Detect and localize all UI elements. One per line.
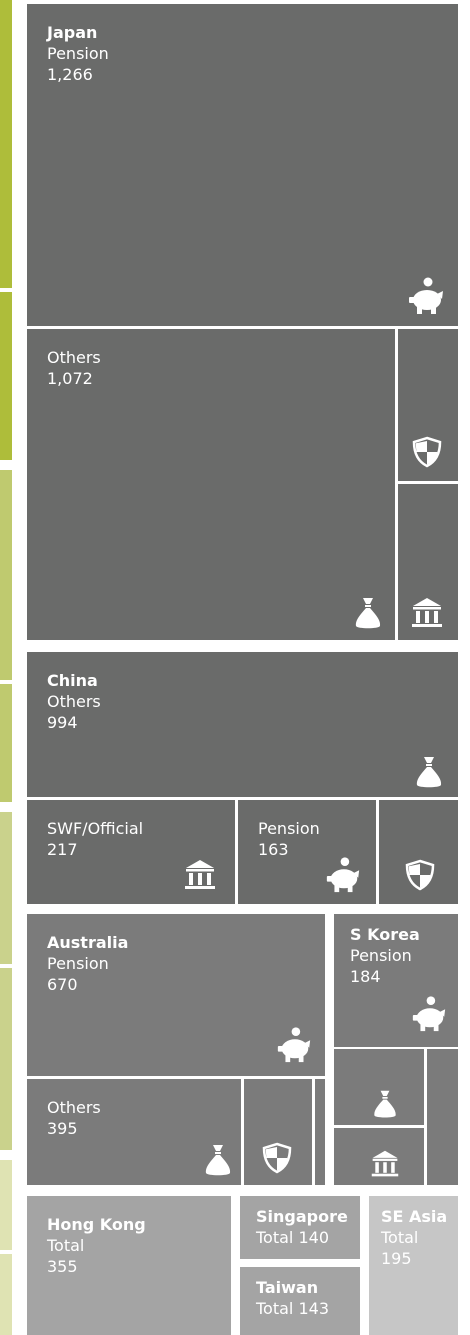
treemap-cell-australia-other: [315, 1079, 325, 1185]
treemap-cell-hongkong-total: Hong Kong Total 355: [27, 1196, 231, 1335]
treemap-cell-taiwan-total: Taiwan Total 143: [240, 1267, 360, 1335]
segment-value: 355: [47, 1257, 78, 1276]
segment-value: 184: [350, 967, 381, 986]
treemap-cell-australia-others: Others 395: [27, 1079, 241, 1185]
treemap-cell-skorea-others: [334, 1049, 424, 1125]
segment-value: 195: [381, 1249, 412, 1268]
shield-icon: [260, 1141, 294, 1175]
side-stripe-hongkong-2: [0, 1254, 12, 1335]
shield-icon: [410, 435, 444, 469]
market-name: Taiwan: [256, 1278, 319, 1297]
side-stripe-china: [0, 470, 12, 680]
cell-labels: China Others 994: [47, 670, 101, 733]
side-stripe-china-2: [0, 684, 12, 802]
treemap-cell-china-pension: Pension 163: [238, 800, 376, 904]
side-stripe-japan-2: [0, 292, 12, 460]
market-name: Australia: [47, 933, 129, 952]
cell-labels: Pension 163: [258, 818, 320, 860]
market-name: Japan: [47, 23, 98, 42]
bank-icon: [370, 1149, 400, 1179]
cell-labels: Taiwan Total 143: [256, 1277, 329, 1319]
piggy-bank-icon: [324, 856, 362, 894]
cell-labels: S Korea Pension 184: [350, 924, 420, 987]
segment-label: Total: [381, 1228, 419, 1247]
cell-labels: SE Asia Total 195: [381, 1206, 447, 1269]
cell-labels: Others 395: [47, 1097, 101, 1139]
side-stripe-hongkong: [0, 1160, 12, 1250]
treemap-cell-singapore-total: Singapore Total 140: [240, 1196, 360, 1259]
cell-labels: Singapore Total 140: [256, 1206, 348, 1248]
cell-labels: Hong Kong Total 355: [47, 1214, 146, 1277]
market-name: China: [47, 671, 98, 690]
treemap-cell-china-others: China Others 994: [27, 652, 458, 797]
piggy-bank-icon: [410, 995, 448, 1033]
segment-label: Pension: [47, 44, 109, 63]
segment-label: Others: [47, 348, 101, 367]
market-name: S Korea: [350, 925, 420, 944]
money-bag-icon: [370, 1089, 400, 1119]
treemap-cell-china-swf: SWF/Official 217: [27, 800, 235, 904]
piggy-bank-icon: [406, 276, 446, 316]
bank-icon: [183, 858, 217, 892]
side-stripe-japan: [0, 0, 12, 288]
segment-value: 395: [47, 1119, 78, 1138]
cell-labels: Others 1,072: [47, 347, 101, 389]
segment-label: Others: [47, 1098, 101, 1117]
treemap-cell-skorea-other: [427, 1049, 458, 1185]
treemap-cell-seasia-total: SE Asia Total 195: [369, 1196, 458, 1335]
side-stripe-australia: [0, 812, 12, 964]
segment-value: 670: [47, 975, 78, 994]
segment-value: 1,266: [47, 65, 93, 84]
cell-labels: Australia Pension 670: [47, 932, 128, 995]
market-name: Singapore: [256, 1207, 348, 1226]
bank-icon: [410, 596, 444, 630]
market-name: Hong Kong: [47, 1215, 146, 1234]
treemap-cell-skorea-pension: S Korea Pension 184: [334, 914, 458, 1047]
segment-label: Pension: [350, 946, 412, 965]
segment-value: 1,072: [47, 369, 93, 388]
money-bag-icon: [412, 755, 446, 789]
treemap-cell-japan-bank: [398, 484, 458, 640]
segment-label: Others: [47, 692, 101, 711]
segment-label: Total: [47, 1236, 85, 1255]
cell-labels: SWF/Official 217: [47, 818, 143, 860]
money-bag-icon: [351, 596, 385, 630]
segment-value: 163: [258, 840, 289, 859]
treemap-cell-japan-pension: Japan Pension 1,266: [27, 4, 458, 326]
treemap-cell-skorea-bank: [334, 1128, 424, 1185]
cell-labels: Japan Pension 1,266: [47, 22, 109, 85]
segment-value: 994: [47, 713, 78, 732]
segment-value: 217: [47, 840, 78, 859]
market-name: SE Asia: [381, 1207, 448, 1226]
treemap-cell-japan-insurance: [398, 329, 458, 481]
piggy-bank-icon: [275, 1026, 313, 1064]
treemap-cell-japan-others: Others 1,072: [27, 329, 395, 640]
segment-label: Pension: [47, 954, 109, 973]
shield-icon: [403, 858, 437, 892]
side-stripe-australia-2: [0, 968, 12, 1150]
segment-label: Total 143: [256, 1299, 329, 1318]
segment-label: Pension: [258, 819, 320, 838]
segment-label: Total 140: [256, 1228, 329, 1247]
treemap-cell-australia-insurance: [244, 1079, 312, 1185]
treemap-cell-australia-pension: Australia Pension 670: [27, 914, 325, 1076]
money-bag-icon: [201, 1143, 235, 1177]
treemap-cell-china-insurance: [379, 800, 458, 904]
segment-label: SWF/Official: [47, 819, 144, 838]
